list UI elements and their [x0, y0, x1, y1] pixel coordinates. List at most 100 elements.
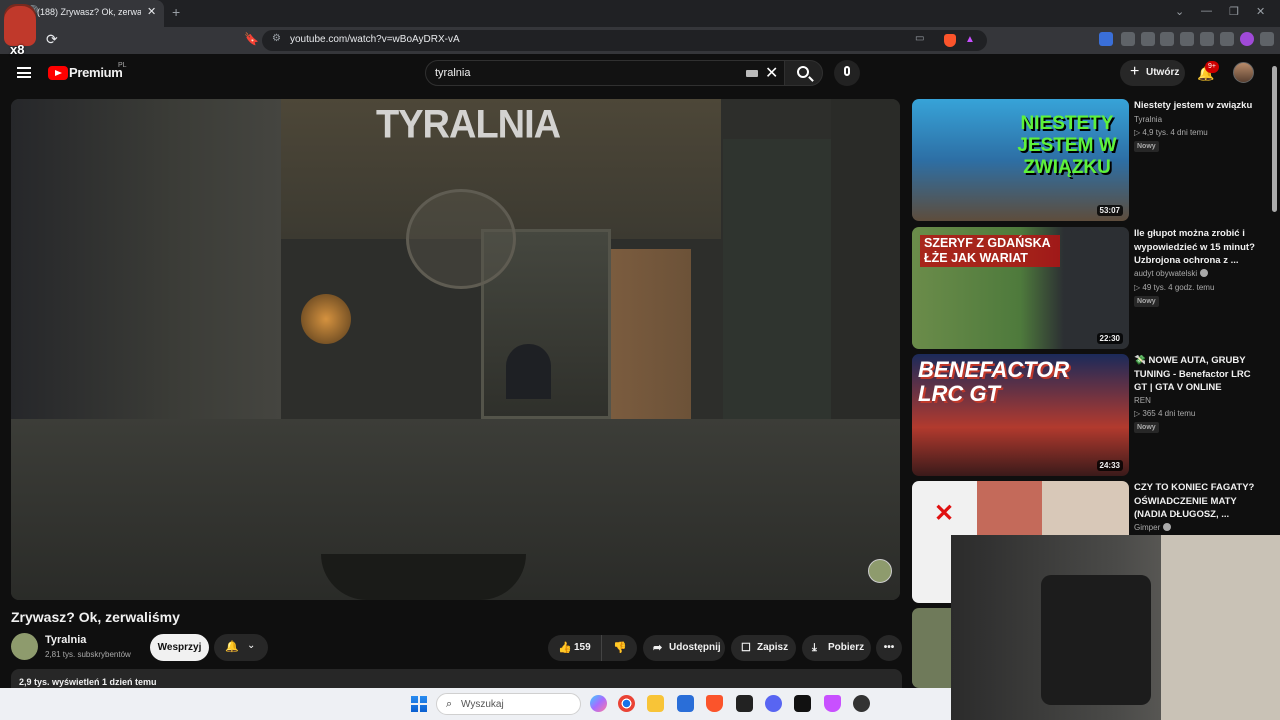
channel-avatar[interactable]	[11, 633, 38, 660]
profile-icon[interactable]	[1240, 32, 1254, 46]
address-bar[interactable]: ⚙ youtube.com/watch?v=wBoAyDRX-vA ▭ ▲	[262, 30, 987, 51]
discord-icon[interactable]	[765, 695, 782, 712]
account-avatar[interactable]	[1233, 62, 1254, 83]
dislike-button[interactable]: 👎	[601, 635, 637, 661]
chrome-icon[interactable]	[618, 695, 635, 712]
recommended-video-title[interactable]: CZY TO KONIEC FAGATY? OŚWIADCZENIE MATY …	[1134, 481, 1262, 522]
thumbs-up-icon: 👍	[558, 642, 572, 654]
tab-close-icon[interactable]: ✕	[147, 5, 156, 18]
brave-beta-icon[interactable]	[824, 695, 841, 712]
obs-icon[interactable]	[853, 695, 870, 712]
thumbnail-text: BENEFACTOR LRC GT	[918, 357, 1070, 406]
reload-icon[interactable]: ⟳	[46, 31, 58, 48]
recommended-stats: ▷ 365 4 dni temu	[1134, 409, 1196, 418]
person-silhouette	[506, 344, 551, 399]
taskbar-search[interactable]: ⌕ Wyszukaj	[436, 693, 581, 715]
page-scrollbar[interactable]	[1272, 66, 1277, 212]
extension-icon-1[interactable]	[1099, 32, 1113, 46]
pendant-lamp-lit	[301, 294, 351, 344]
channel-watermark-icon[interactable]	[868, 559, 892, 583]
bookmark-icon[interactable]: 🔖	[244, 32, 259, 46]
recommended-channel[interactable]: Gimper	[1134, 523, 1172, 532]
new-badge: Nowy	[1134, 141, 1159, 152]
search-input[interactable]: tyralnia ✕	[425, 60, 785, 86]
create-button[interactable]: + Utwórz	[1120, 60, 1185, 86]
window-close-icon[interactable]: ✕	[1256, 5, 1265, 18]
youtube-logo-icon[interactable]	[48, 66, 68, 80]
like-button[interactable]: 👍 159	[548, 635, 601, 661]
sidebar-icon[interactable]	[1160, 32, 1174, 46]
wallet-icon[interactable]	[1180, 32, 1194, 46]
cast-icon[interactable]: ▭	[915, 33, 924, 44]
site-info-icon[interactable]: ⚙	[272, 33, 281, 44]
extension-puzzle-icon[interactable]	[1121, 32, 1135, 46]
taskbar-search-placeholder: Wyszukaj	[461, 699, 504, 710]
clear-search-icon[interactable]: ✕	[765, 63, 778, 83]
recommended-video-thumbnail-partial[interactable]	[912, 608, 952, 688]
recommended-video-title[interactable]: 💸 NOWE AUTA, GRUBY TUNING - Benefactor L…	[1134, 354, 1262, 395]
webcam-overlay	[951, 535, 1280, 720]
red-x-icon: ✕	[934, 500, 955, 527]
plus-icon: +	[1130, 63, 1140, 80]
vpn-icon[interactable]	[1220, 32, 1234, 46]
video-thumbnail[interactable]: BENEFACTOR LRC GT 24:33	[912, 354, 1129, 476]
media-control-icon[interactable]	[1141, 32, 1155, 46]
keyboard-icon[interactable]	[746, 70, 758, 77]
channel-name-text: Gimper	[1134, 523, 1161, 532]
youtube-masthead: Premium PL tyralnia ✕ + Utwórz 🔔 9+	[0, 54, 1280, 92]
recommended-video[interactable]: BENEFACTOR LRC GT 24:33 💸 NOWE AUTA, GRU…	[912, 354, 1272, 476]
address-url[interactable]: youtube.com/watch?v=wBoAyDRX-vA	[290, 34, 460, 45]
thumbnail-text: NIESTETY JESTEM W ZWIĄZKU	[1017, 113, 1117, 178]
video-thumbnail[interactable]: SZERYF Z GDAŃSKA ŁŻE JAK WARIAT 22:30	[912, 227, 1129, 349]
microsoft-store-icon[interactable]	[677, 695, 694, 712]
video-player[interactable]: TYRALNIA	[11, 99, 900, 600]
download-label: Pobierz	[828, 642, 865, 653]
share-label: Udostępnij	[669, 642, 721, 653]
avatar-overlay-label: x8	[10, 42, 25, 57]
browser-menu-icon[interactable]	[1260, 32, 1274, 46]
minimize-icon[interactable]: —	[1201, 5, 1212, 17]
search-input-value[interactable]: tyralnia	[435, 67, 470, 79]
media-app-icon[interactable]	[794, 695, 811, 712]
video-title: Zrywasz? Ok, zerwaliśmy	[11, 609, 180, 625]
recommended-channel[interactable]: Tyralnia	[1134, 115, 1162, 124]
voice-search-button[interactable]	[834, 60, 860, 86]
share-icon: ➦	[653, 642, 663, 654]
new-tab-button[interactable]: +	[172, 4, 180, 20]
recommended-video-title[interactable]: Ile głupot można zrobić i wypowiedzieć w…	[1134, 227, 1262, 268]
search-button[interactable]	[784, 60, 823, 86]
recommended-video[interactable]: SZERYF Z GDAŃSKA ŁŻE JAK WARIAT 22:30 Il…	[912, 227, 1272, 349]
recommended-video[interactable]: NIESTETY JESTEM W ZWIĄZKU 53:07 Niestety…	[912, 99, 1272, 221]
recommended-channel[interactable]: REN	[1134, 396, 1151, 405]
file-explorer-icon[interactable]	[647, 695, 664, 712]
brave-rewards-icon[interactable]: ▲	[965, 34, 975, 45]
restore-icon[interactable]: ❐	[1229, 5, 1239, 18]
youtube-premium-logo-text[interactable]: Premium	[69, 65, 123, 80]
recommended-video-title[interactable]: Niestety jestem w związku	[1134, 99, 1262, 113]
verified-icon	[1200, 269, 1209, 277]
region-code: PL	[118, 62, 127, 69]
channel-name[interactable]: Tyralnia	[45, 634, 86, 646]
video-thumbnail[interactable]: NIESTETY JESTEM W ZWIĄZKU 53:07	[912, 99, 1129, 221]
brave-icon[interactable]	[706, 695, 723, 712]
tab-title: (188) Zrywasz? Ok, zerwaliśmy	[37, 7, 141, 17]
streamer-avatar-overlay: x8	[0, 0, 40, 58]
recommended-channel[interactable]: audyt obywatelski	[1134, 269, 1209, 278]
leo-ai-icon[interactable]	[1200, 32, 1214, 46]
thumbs-down-icon: 👎	[613, 642, 627, 654]
brave-shields-icon[interactable]	[944, 34, 956, 47]
share-button[interactable]: ➦ Udostępnij	[643, 635, 725, 661]
guide-menu-icon[interactable]	[17, 67, 31, 78]
tab-search-chevron-icon[interactable]: ⌄	[1175, 5, 1184, 18]
app-icon[interactable]	[736, 695, 753, 712]
download-button[interactable]: ⤓ Pobierz	[802, 635, 871, 661]
windows-start-icon[interactable]	[411, 696, 427, 712]
save-button[interactable]: ☐ Zapisz	[731, 635, 796, 661]
more-actions-icon[interactable]: •••	[876, 635, 902, 661]
subscription-notifications-button[interactable]: 🔔 ⌄	[214, 634, 268, 661]
copilot-icon[interactable]	[590, 695, 607, 712]
new-badge: Nowy	[1134, 422, 1159, 433]
notifications-badge: 9+	[1205, 61, 1219, 73]
support-button[interactable]: Wesprzyj	[150, 634, 209, 661]
video-duration: 22:30	[1096, 333, 1123, 344]
